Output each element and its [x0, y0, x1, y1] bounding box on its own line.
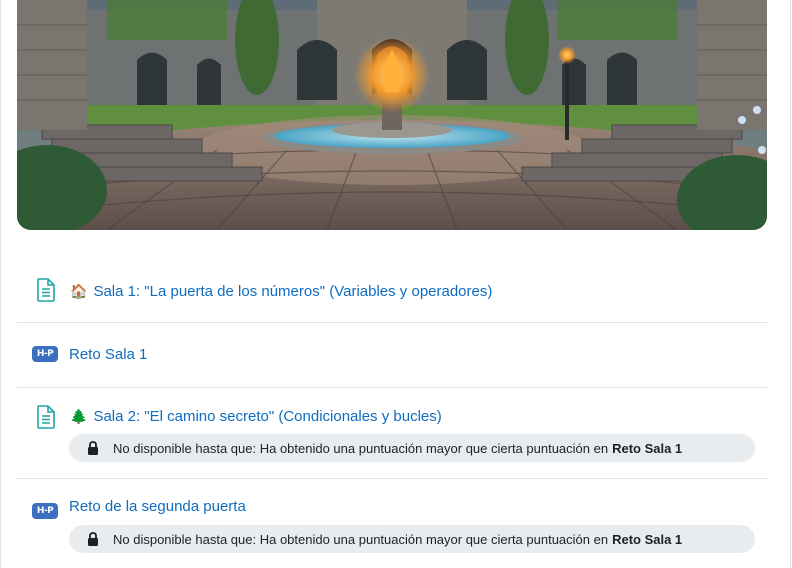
lock-icon [87, 532, 99, 546]
activity-title: Sala 2: "El camino secreto" (Condicional… [93, 408, 442, 425]
castle-courtyard-illustration [17, 0, 767, 230]
section-banner-image [17, 0, 767, 230]
lock-icon [87, 441, 99, 455]
restriction-target: Reto Sala 1 [612, 531, 683, 547]
activity-divider [17, 478, 767, 479]
course-section: 🏠 Sala 1: "La puerta de los números" (Var… [0, 0, 792, 568]
house-emoji-icon: 🏠 [70, 283, 88, 299]
activity-link-sala-2[interactable]: 🌲 Sala 2: "El camino secreto" (Condiciona… [70, 406, 442, 427]
activity-link-reto-sala-1[interactable]: Reto Sala 1 [69, 345, 147, 365]
page-icon [36, 405, 56, 429]
restriction-target: Reto Sala 1 [612, 440, 683, 456]
restriction-text: No disponible hasta que: Ha obtenido una… [113, 531, 609, 547]
h5p-icon: H-P [32, 346, 58, 362]
restriction-text: No disponible hasta que: Ha obtenido una… [113, 440, 609, 456]
activity-title: Sala 1: "La puerta de los números" (Vari… [93, 283, 493, 300]
restriction-notice: No disponible hasta que: Ha obtenido una… [69, 525, 755, 553]
activity-link-sala-1[interactable]: 🏠 Sala 1: "La puerta de los números" (Var… [70, 281, 492, 302]
h5p-icon: H-P [32, 503, 58, 519]
page-icon [36, 278, 56, 302]
activity-divider [17, 387, 767, 388]
frame-border-right [790, 0, 791, 568]
activity-link-reto-segunda-puerta[interactable]: Reto de la segunda puerta [69, 497, 246, 517]
tree-emoji-icon: 🌲 [70, 408, 88, 424]
frame-border-left [0, 0, 1, 568]
restriction-notice: No disponible hasta que: Ha obtenido una… [69, 434, 755, 462]
activity-divider [17, 322, 767, 323]
